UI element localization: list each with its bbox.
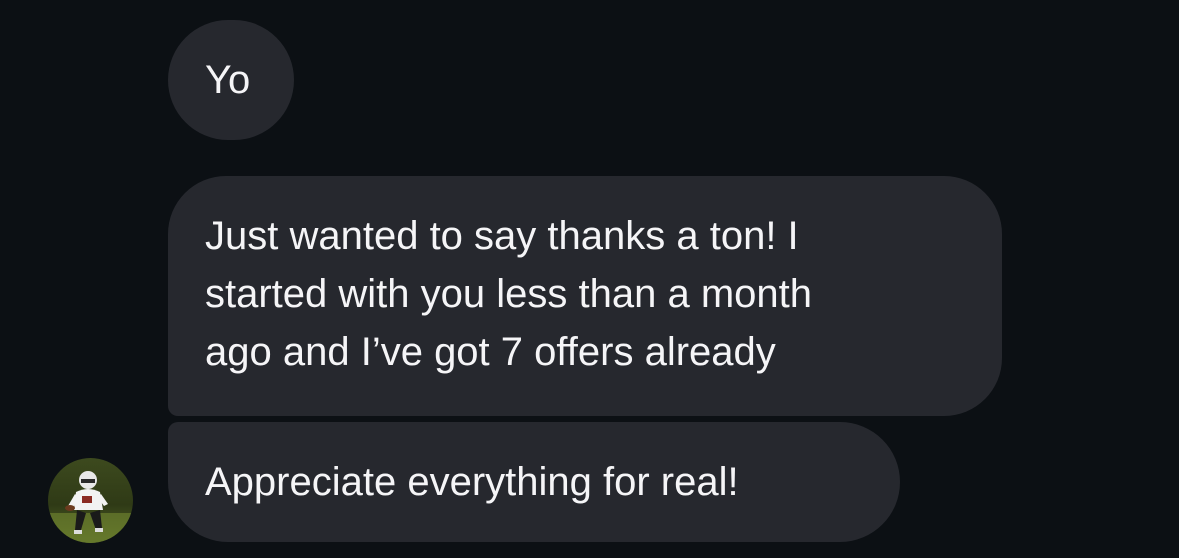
- message-text: Yo: [205, 58, 251, 102]
- football-player-photo-avatar-icon: [48, 458, 133, 543]
- message-bubble[interactable]: Yo: [168, 20, 294, 140]
- sender-avatar[interactable]: [48, 458, 133, 543]
- message-text: Appreciate everything for real!: [205, 460, 739, 504]
- message-text: Just wanted to say thanks a ton! I: [205, 214, 799, 258]
- message-bubble[interactable]: Just wanted to say thanks a ton! I start…: [168, 176, 1002, 416]
- message-bubble[interactable]: Appreciate everything for real!: [168, 422, 900, 542]
- message-text: ago and I’ve got 7 offers already: [205, 330, 776, 374]
- message-text: started with you less than a month: [205, 272, 812, 316]
